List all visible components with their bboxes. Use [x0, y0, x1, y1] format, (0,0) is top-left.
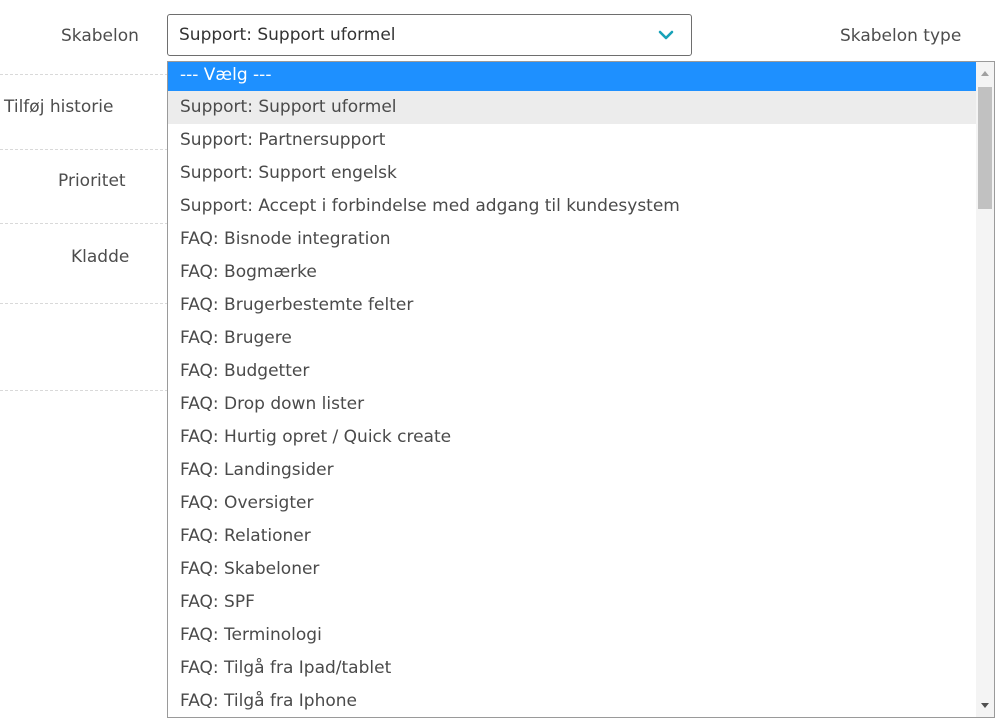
dropdown-option[interactable]: FAQ: Terminologi — [168, 619, 977, 652]
chevron-down-icon — [658, 30, 674, 40]
dropdown-option[interactable]: FAQ: Hurtig opret / Quick create — [168, 421, 977, 454]
dropdown-option[interactable]: FAQ: Relationer — [168, 520, 977, 553]
dropdown-option[interactable]: FAQ: Skabeloner — [168, 553, 977, 586]
dropdown-scrollbar[interactable] — [976, 62, 994, 717]
dropdown-option[interactable]: FAQ: Tilgå fra Iphone — [168, 685, 977, 717]
dropdown-option[interactable]: FAQ: Brugerbestemte felter — [168, 289, 977, 322]
dropdown-option[interactable]: --- Vælg --- — [168, 62, 977, 91]
dropdown-option[interactable]: Support: Partnersupport — [168, 124, 977, 157]
prioritet-label: Prioritet — [58, 171, 126, 191]
form-page: Skabelon Support: Support uformel Skabel… — [0, 0, 1006, 724]
dropdown-option[interactable]: FAQ: Brugere — [168, 322, 977, 355]
dropdown-option[interactable]: Support: Accept i forbindelse med adgang… — [168, 190, 977, 223]
scroll-down-arrow-icon[interactable] — [976, 695, 994, 717]
dropdown-option[interactable]: FAQ: Oversigter — [168, 487, 977, 520]
dropdown-option[interactable]: FAQ: Drop down lister — [168, 388, 977, 421]
dropdown-option[interactable]: FAQ: Budgetter — [168, 355, 977, 388]
dropdown-option[interactable]: Support: Support uformel — [168, 91, 977, 124]
dropdown-option[interactable]: Support: Support engelsk — [168, 157, 977, 190]
kladde-label: Kladde — [71, 247, 130, 267]
row-divider — [0, 390, 168, 391]
dropdown-option[interactable]: FAQ: SPF — [168, 586, 977, 619]
skabelon-select[interactable]: Support: Support uformel — [167, 14, 692, 56]
row-divider — [0, 149, 168, 150]
dropdown-options: --- Vælg --- Support: Support uformel Supp… — [168, 62, 977, 717]
row-divider — [0, 74, 168, 75]
skabelon-label: Skabelon — [61, 26, 139, 46]
scroll-thumb[interactable] — [978, 87, 992, 209]
dropdown-option[interactable]: FAQ: Tilgå fra Ipad/tablet — [168, 652, 977, 685]
tilfoj-historie-label: Tilføj historie — [4, 97, 114, 117]
scroll-up-arrow-icon[interactable] — [976, 62, 994, 84]
row-divider — [0, 303, 168, 304]
dropdown-option[interactable]: FAQ: Bogmærke — [168, 256, 977, 289]
skabelon-dropdown-list: --- Vælg --- Support: Support uformel Supp… — [167, 61, 995, 718]
skabelon-type-label: Skabelon type — [840, 26, 962, 46]
dropdown-option[interactable]: FAQ: Landingsider — [168, 454, 977, 487]
row-divider — [0, 223, 168, 224]
skabelon-select-value: Support: Support uformel — [179, 25, 396, 45]
dropdown-option[interactable]: FAQ: Bisnode integration — [168, 223, 977, 256]
